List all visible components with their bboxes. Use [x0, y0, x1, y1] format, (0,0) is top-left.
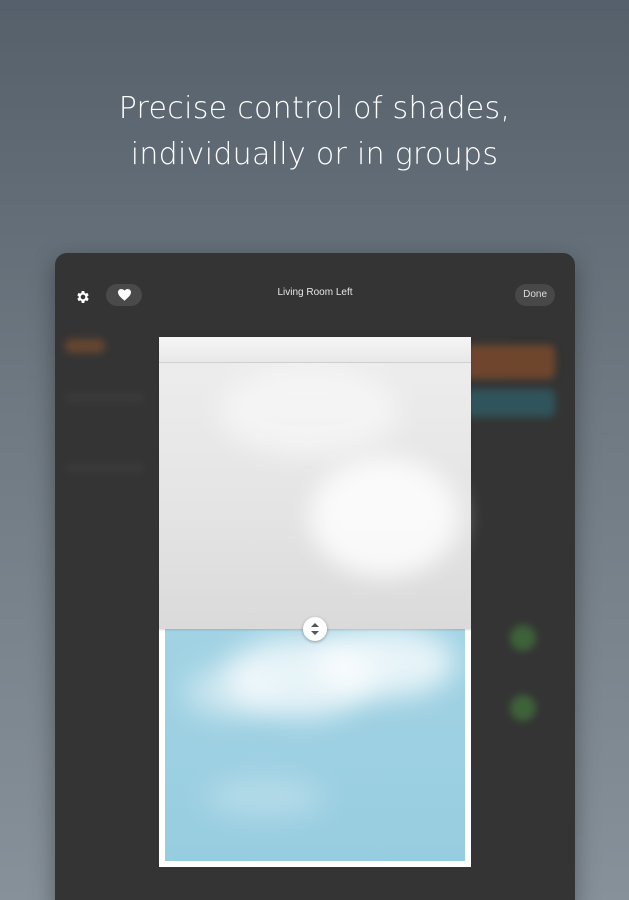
- done-button[interactable]: Done: [515, 284, 555, 306]
- headline-line-2: individually or in groups: [130, 137, 499, 172]
- shade-position-handle[interactable]: [303, 617, 327, 641]
- roller-shade: [159, 337, 471, 629]
- shade-texture: [309, 457, 459, 577]
- background-blurred-label: [65, 339, 105, 353]
- modal-title: Living Room Left: [277, 287, 353, 298]
- background-blurred-row: [65, 463, 145, 473]
- modal-header: Living Room Left Done: [55, 281, 575, 311]
- shade-texture: [219, 367, 399, 457]
- headline-line-1: Precise control of shades,: [118, 91, 511, 126]
- marketing-headline: Precise control of shades, individually …: [0, 86, 629, 178]
- background-blurred-indicator: [510, 625, 536, 651]
- background-blurred-indicator: [510, 695, 536, 721]
- cloud: [205, 777, 325, 817]
- tablet-screen: Living Room Left Done: [55, 253, 575, 900]
- up-down-arrows-icon: [311, 623, 319, 635]
- cloud: [185, 667, 275, 717]
- shade-headrail: [159, 337, 471, 363]
- background-blurred-tile: [465, 345, 555, 379]
- window-frame: [159, 337, 471, 867]
- background-blurred-row: [65, 393, 145, 403]
- background-blurred-tile: [465, 389, 555, 417]
- cloud: [315, 627, 455, 697]
